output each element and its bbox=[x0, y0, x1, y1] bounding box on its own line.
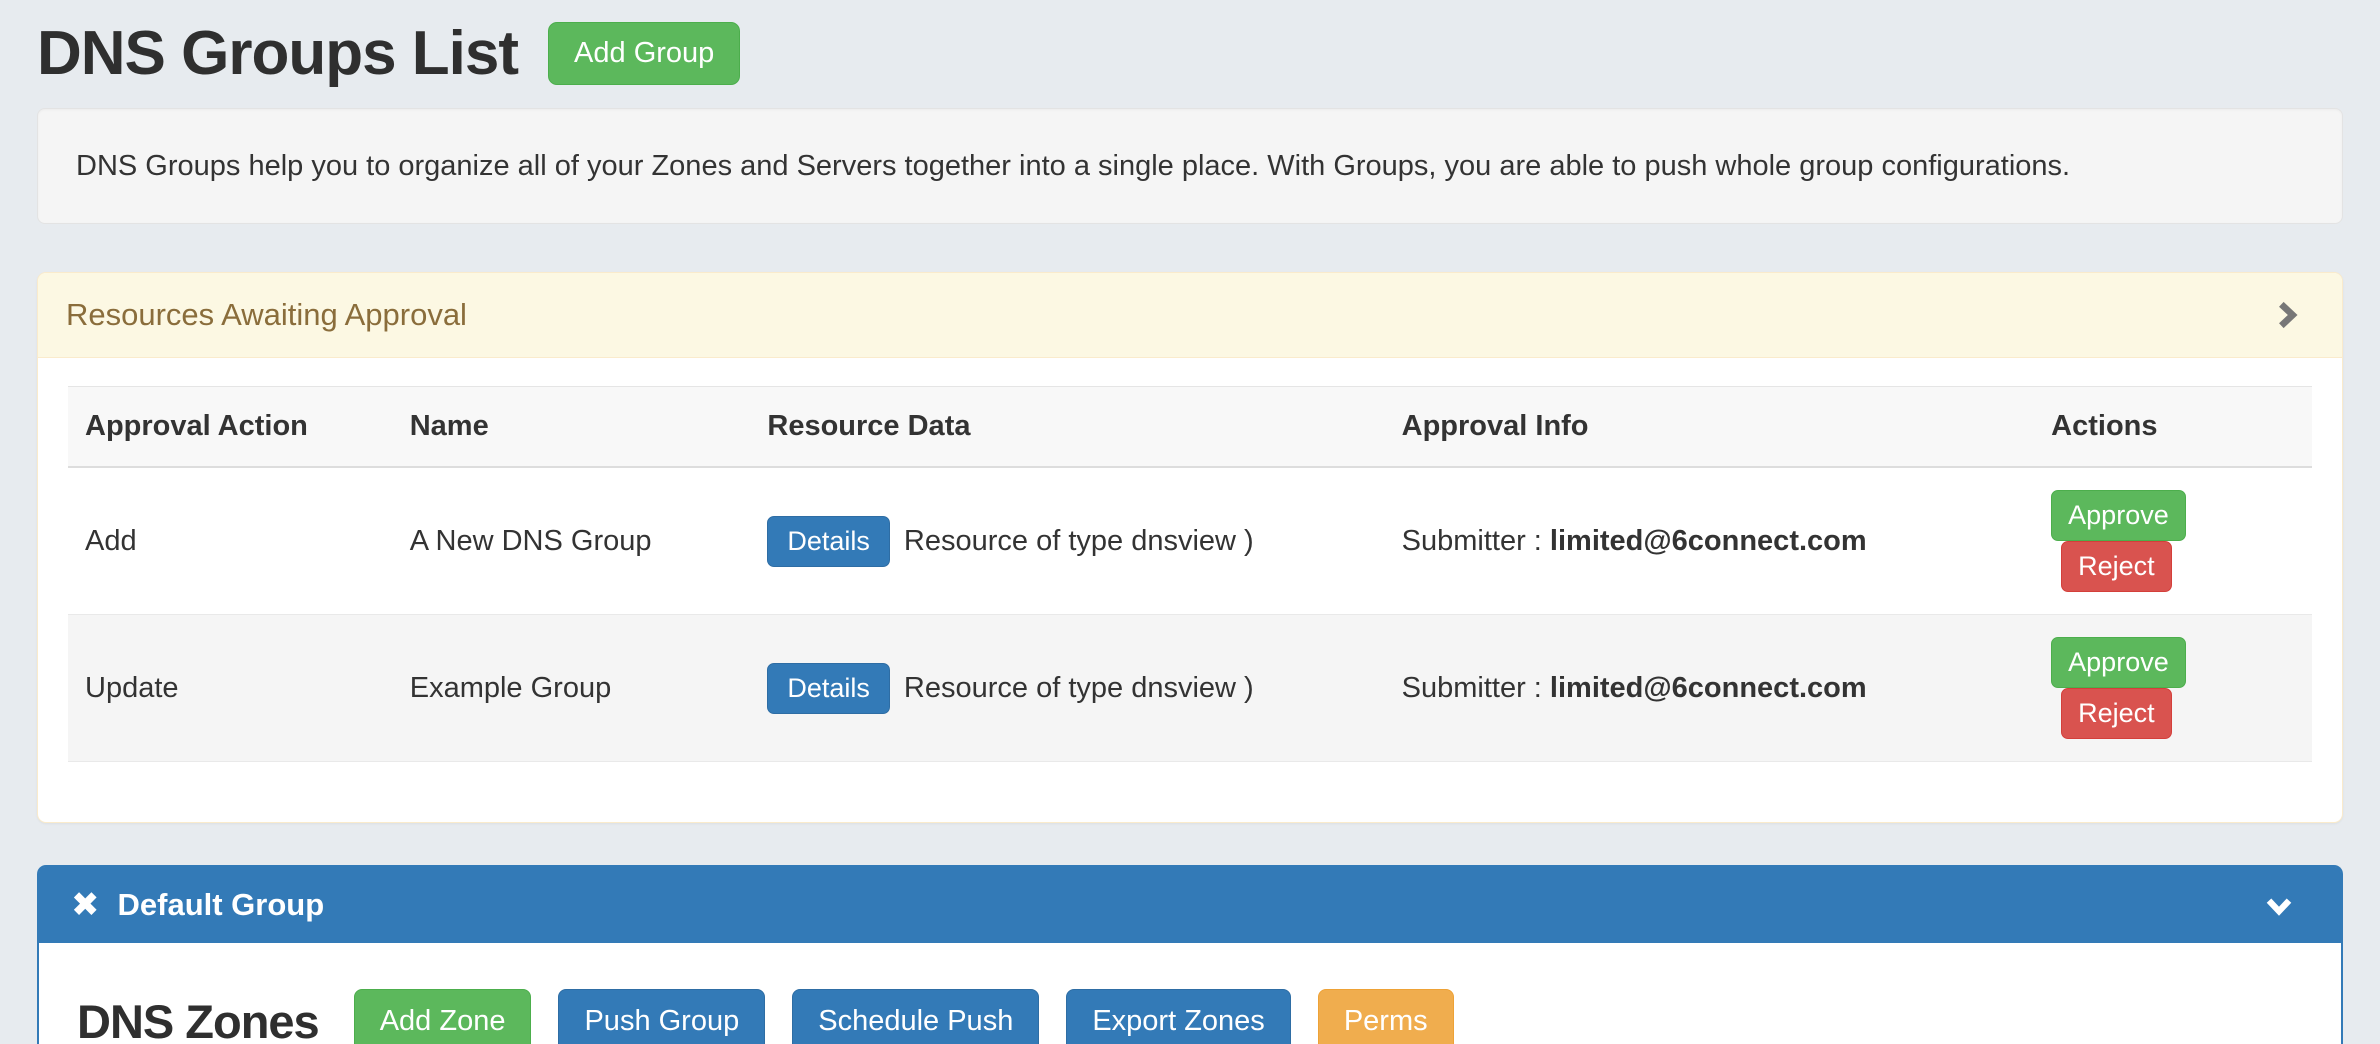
description-text: DNS Groups help you to organize all of y… bbox=[76, 150, 2070, 183]
submitter-label: Submitter : bbox=[1402, 525, 1542, 557]
close-icon[interactable]: ✖ bbox=[71, 888, 100, 922]
add-group-button[interactable]: Add Group bbox=[548, 22, 740, 85]
column-header-name: Name bbox=[393, 387, 751, 468]
cell-approval-info: Submitter : limited@6connect.com bbox=[1385, 615, 2035, 762]
approval-panel: Resources Awaiting Approval Approval Act… bbox=[37, 272, 2343, 823]
submitter-email: limited@6connect.com bbox=[1550, 672, 1867, 704]
approval-panel-title: Resources Awaiting Approval bbox=[66, 297, 467, 333]
reject-button[interactable]: Reject bbox=[2061, 688, 2172, 739]
details-button[interactable]: Details bbox=[767, 663, 890, 714]
page-title: DNS Groups List bbox=[37, 18, 518, 89]
cell-name: Example Group bbox=[393, 615, 751, 762]
approve-button[interactable]: Approve bbox=[2051, 637, 2186, 688]
approval-table: Approval Action Name Resource Data Appro… bbox=[68, 386, 2312, 762]
chevron-down-icon[interactable] bbox=[2261, 890, 2297, 920]
add-zone-button[interactable]: Add Zone bbox=[354, 989, 532, 1044]
cell-resource-data: Details Resource of type dnsview ) bbox=[750, 467, 1384, 615]
table-header-row: Approval Action Name Resource Data Appro… bbox=[68, 387, 2312, 468]
reject-button[interactable]: Reject bbox=[2061, 541, 2172, 592]
chevron-right-icon[interactable] bbox=[2270, 298, 2302, 332]
table-row: Update Example Group Details Resource of … bbox=[68, 615, 2312, 762]
approval-panel-header[interactable]: Resources Awaiting Approval bbox=[38, 273, 2342, 358]
submitter-label: Submitter : bbox=[1402, 672, 1542, 704]
perms-button[interactable]: Perms bbox=[1318, 989, 1454, 1044]
column-header-actions: Actions bbox=[2034, 387, 2312, 468]
table-row: Add A New DNS Group Details Resource of t… bbox=[68, 467, 2312, 615]
group-panel-body: DNS Zones Add Zone Push Group Schedule P… bbox=[39, 943, 2341, 1044]
approval-panel-body: Approval Action Name Resource Data Appro… bbox=[38, 358, 2342, 822]
zones-heading: DNS Zones bbox=[77, 994, 319, 1044]
details-button[interactable]: Details bbox=[767, 516, 890, 567]
column-header-approval-action: Approval Action bbox=[68, 387, 393, 468]
default-group-panel: ✖ Default Group DNS Zones Add Zone Push … bbox=[37, 865, 2343, 1044]
resource-text: Resource of type dnsview ) bbox=[904, 672, 1254, 704]
cell-actions: ApproveReject bbox=[2034, 467, 2312, 615]
schedule-push-button[interactable]: Schedule Push bbox=[792, 989, 1039, 1044]
group-panel-title: Default Group bbox=[118, 887, 325, 923]
column-header-approval-info: Approval Info bbox=[1385, 387, 2035, 468]
cell-approval-action: Update bbox=[68, 615, 393, 762]
cell-approval-action: Add bbox=[68, 467, 393, 615]
description-well: DNS Groups help you to organize all of y… bbox=[37, 108, 2343, 224]
column-header-resource-data: Resource Data bbox=[750, 387, 1384, 468]
cell-approval-info: Submitter : limited@6connect.com bbox=[1385, 467, 2035, 615]
cell-name: A New DNS Group bbox=[393, 467, 751, 615]
cell-resource-data: Details Resource of type dnsview ) bbox=[750, 615, 1384, 762]
export-zones-button[interactable]: Export Zones bbox=[1066, 989, 1290, 1044]
resource-text: Resource of type dnsview ) bbox=[904, 525, 1254, 557]
cell-actions: ApproveReject bbox=[2034, 615, 2312, 762]
submitter-email: limited@6connect.com bbox=[1550, 525, 1867, 557]
group-panel-header[interactable]: ✖ Default Group bbox=[39, 867, 2341, 943]
approve-button[interactable]: Approve bbox=[2051, 490, 2186, 541]
page: DNS Groups List Add Group DNS Groups hel… bbox=[0, 0, 2380, 1044]
zones-header: DNS Zones Add Zone Push Group Schedule P… bbox=[67, 989, 2313, 1044]
push-group-button[interactable]: Push Group bbox=[558, 989, 765, 1044]
page-header: DNS Groups List Add Group bbox=[37, 12, 2343, 94]
